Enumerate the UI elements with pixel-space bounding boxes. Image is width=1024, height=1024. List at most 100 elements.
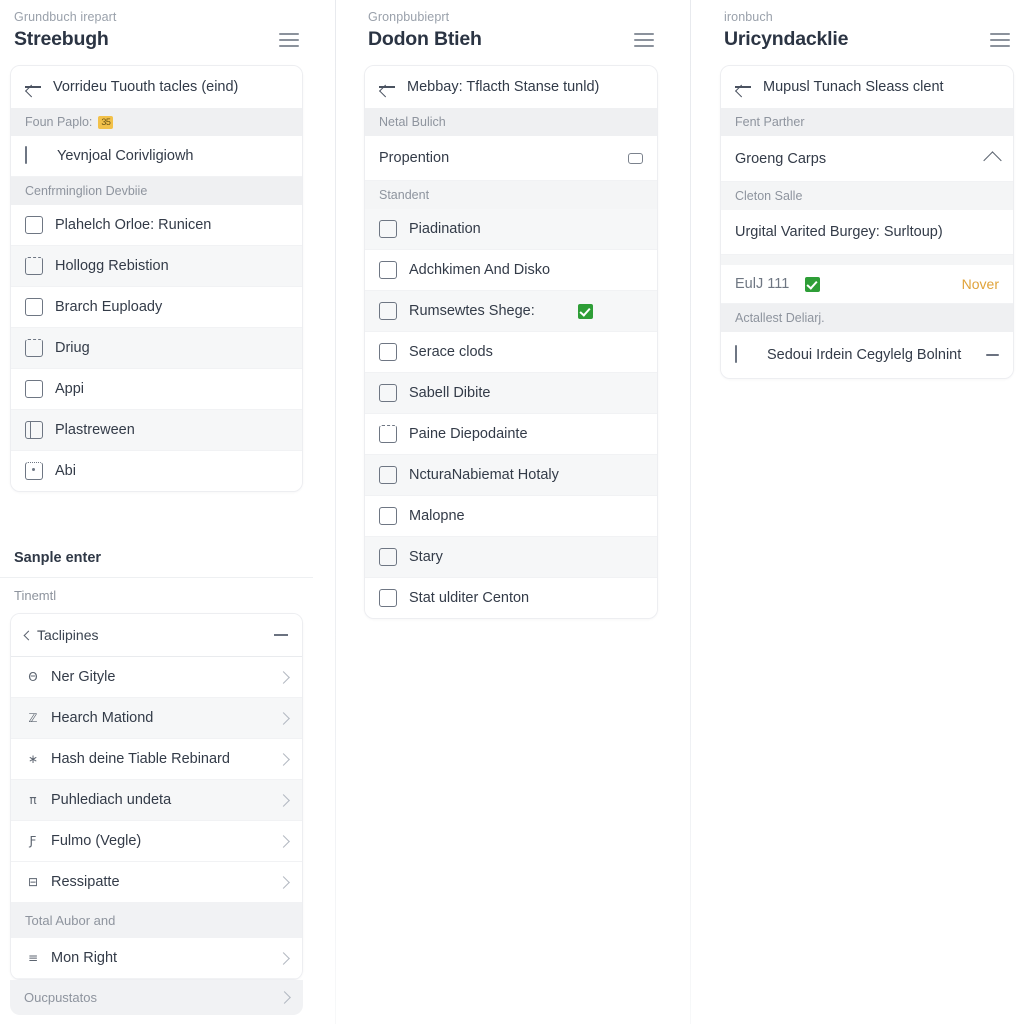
mid-page-title: Dodon Btieh (368, 28, 482, 50)
left-bottom-panel: Sanple enter Tinemtl Taclipines Θ Ner Gi… (0, 536, 313, 1015)
sidebar-item-label: Ressipatte (51, 874, 120, 890)
sidebar-item[interactable]: Ƒ Fulmo (Vegle) (11, 821, 302, 862)
right-header-kicker: ironbuch (724, 10, 773, 24)
checkbox-icon[interactable] (379, 384, 397, 402)
sidebar-item[interactable]: ∗ Hash deine Tiable Rebinard (11, 739, 302, 780)
left-first-item[interactable]: Yevnjoal Corivligiowh (11, 136, 302, 177)
list-item[interactable]: Plastreween (11, 410, 302, 451)
right-back-row[interactable]: Mupusl Tunach Sleass clent (721, 66, 1013, 108)
checkbox-icon[interactable] (379, 589, 397, 607)
right-last-label: Sedoui Irdein Cegylelg Bolnint (767, 347, 962, 363)
sidebar-item[interactable]: ⊟ Ressipatte (11, 862, 302, 903)
right-list-card: Mupusl Tunach Sleass clent Fent Parther … (720, 65, 1014, 379)
left-first-item-label: Yevnjoal Corivligiowh (57, 148, 194, 164)
collapse-label: Taclipines (37, 627, 99, 643)
collapse-header[interactable]: Taclipines (11, 614, 302, 657)
list-item[interactable]: Plahelch Orloe: Runicen (11, 205, 302, 246)
table-row-label: Serace clods (409, 344, 493, 360)
right-section-header-2: Actallest Deliarj. (721, 304, 1013, 332)
table-row[interactable]: Serace clods (365, 332, 657, 373)
chevron-right-icon (278, 991, 291, 1004)
checkbox-icon[interactable] (379, 548, 397, 566)
checkbox-icon[interactable] (379, 507, 397, 525)
left-back-row[interactable]: Vorrideu Tuouth tacles (eind) (11, 66, 302, 108)
mid-back-row[interactable]: Mebbay: Tflacth Stanse tunld) (365, 66, 657, 108)
right-value-label: Urgital Varited Burgey: Surltoup) (735, 224, 943, 240)
mid-section-label-0: Netal Bulich (379, 115, 446, 129)
checkbox-icon[interactable] (379, 302, 397, 320)
table-row[interactable]: Stary (365, 537, 657, 578)
checkbox-icon[interactable] (379, 261, 397, 279)
left-section-label-0: Foun Paplo: (25, 115, 93, 129)
checkbox-icon[interactable] (25, 216, 43, 234)
checkbox-icon[interactable] (379, 220, 397, 238)
status-row[interactable]: EulJ 111 Nover (721, 265, 1013, 304)
table-row[interactable]: Stat ulditer Centon (365, 578, 657, 618)
left-section-header-1: Cenfrminglion Devbiie (11, 177, 302, 205)
mid-toggle-row[interactable]: Propention (365, 136, 657, 181)
mid-column: Gronpbubieprt Dodon Btieh Mebbay: Tflact… (354, 0, 668, 619)
left-panel-header: Grundbuch irepart Streebugh (0, 0, 313, 65)
table-row[interactable]: Sabell Dibite (365, 373, 657, 414)
panel-box-icon[interactable] (25, 421, 43, 439)
minus-icon[interactable] (986, 354, 999, 356)
table-row-label: Paine Diepodainte (409, 426, 528, 442)
pi-glyph-icon: π (29, 793, 37, 807)
checkbox-icon[interactable] (25, 298, 43, 316)
table-row[interactable]: Piadination (365, 209, 657, 250)
right-expand-row[interactable]: Groeng Carps (721, 136, 1013, 182)
table-row[interactable]: Paine Diepodainte (365, 414, 657, 455)
sidebar-item-label: Puhlediach undeta (51, 792, 172, 808)
chevron-right-icon (277, 670, 290, 684)
left-bottom-footer-row[interactable]: Oucpustatos (10, 980, 303, 1015)
checkbox-icon[interactable] (25, 380, 43, 398)
chevron-right-icon (277, 834, 290, 848)
table-row-label: Sabell Dibite (409, 385, 491, 401)
hamburger-icon[interactable] (279, 32, 299, 47)
table-row[interactable]: Malopne (365, 496, 657, 537)
list-item[interactable]: Brarch Euploady (11, 287, 302, 328)
jagged-box-icon[interactable] (25, 339, 43, 357)
right-expand-label: Groeng Carps (735, 150, 827, 167)
checkbox-icon[interactable] (379, 343, 397, 361)
table-row-label: NcturaNabiemat Hotaly (409, 467, 559, 483)
left-bottom-subtitle: Tinemtl (0, 578, 313, 613)
green-check-icon (578, 303, 594, 319)
chevron-right-icon (277, 752, 290, 766)
list-item-label: Hollogg Rebistion (55, 258, 169, 274)
chevron-up-icon[interactable] (983, 151, 1002, 170)
list-item[interactable]: Abi (11, 451, 302, 491)
mid-section-label-1: Standent (379, 188, 430, 202)
jagged-box-icon[interactable] (379, 425, 397, 443)
list-item-label: Plastreween (55, 422, 135, 438)
table-row-label: Stat ulditer Centon (409, 590, 530, 606)
table-row[interactable]: Rumsewtes Shege: (365, 291, 657, 332)
checkbox-icon[interactable] (379, 466, 397, 484)
hamburger-icon[interactable] (990, 32, 1010, 47)
app-root: Grundbuch irepart Streebugh Vorrideu Tuo… (0, 0, 1024, 1024)
table-row[interactable]: NcturaNabiemat Hotaly (365, 455, 657, 496)
sidebar-item-label: Fulmo (Vegle) (51, 833, 142, 849)
sidebar-item[interactable]: Θ Ner Gityle (11, 657, 302, 698)
sidebar-item[interactable]: ℤ Hearch Mationd (11, 698, 302, 739)
dotted-box-icon[interactable] (25, 462, 43, 480)
hamburger-icon[interactable] (634, 32, 654, 47)
minus-icon[interactable] (274, 634, 288, 636)
chevron-right-icon (277, 875, 290, 889)
right-last-row[interactable]: Sedoui Irdein Cegylelg Bolnint (721, 332, 1013, 378)
left-bottom-footer-label: Oucpustatos (24, 990, 97, 1005)
pill-toggle-icon[interactable] (628, 152, 643, 164)
list-item[interactable]: Appi (11, 369, 302, 410)
list-item[interactable]: Hollogg Rebistion (11, 246, 302, 287)
table-row[interactable]: Adchkimen And Disko (365, 250, 657, 291)
sidebar-item[interactable]: π Puhlediach undeta (11, 780, 302, 821)
sidebar-item[interactable]: ≡ Mon Right (11, 938, 302, 979)
jagged-box-icon[interactable] (25, 257, 43, 275)
chevron-right-icon (277, 951, 290, 965)
mid-panel-header: Gronpbubieprt Dodon Btieh (354, 0, 668, 65)
list-item-label: Plahelch Orloe: Runicen (55, 217, 212, 233)
list-item-label: Appi (55, 381, 85, 397)
list-item[interactable]: Driug (11, 328, 302, 369)
right-value-row[interactable]: Urgital Varited Burgey: Surltoup) (721, 210, 1013, 255)
monitor-icon (735, 345, 755, 364)
